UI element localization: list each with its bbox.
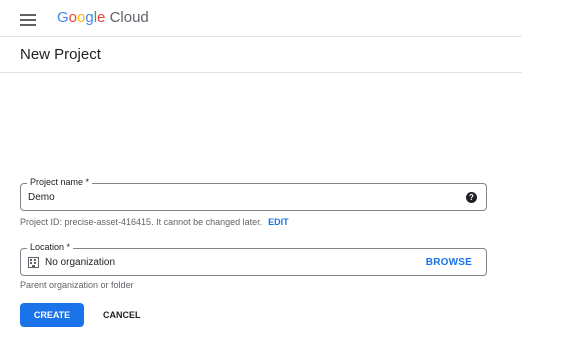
browse-button[interactable]: BROWSE	[426, 257, 472, 269]
help-icon[interactable]: ?	[466, 192, 477, 203]
logo-cloud-text: Cloud	[109, 9, 149, 26]
create-button[interactable]: CREATE	[20, 303, 84, 327]
project-name-label: Project name *	[27, 177, 93, 188]
location-value: No organization	[45, 257, 116, 268]
main-menu-icon[interactable]	[20, 14, 36, 26]
page-title: New Project	[20, 46, 101, 63]
project-name-input[interactable]: Demo	[28, 192, 55, 204]
edit-project-id-link[interactable]: EDIT	[268, 217, 289, 227]
project-id-text: Project ID: precise-asset-416415. It can…	[20, 217, 263, 227]
top-app-bar: Google Cloud	[0, 0, 522, 37]
location-label: Location *	[27, 242, 74, 253]
organization-icon	[28, 257, 39, 268]
location-hint: Parent organization or folder	[20, 280, 134, 290]
google-cloud-logo[interactable]: Google Cloud	[57, 9, 149, 27]
cancel-button[interactable]: CANCEL	[103, 303, 141, 327]
project-id-hint: Project ID: precise-asset-416415. It can…	[20, 217, 289, 228]
project-name-field[interactable]: Project name * Demo ?	[20, 177, 487, 211]
location-field[interactable]: Location * No organization BROWSE	[20, 242, 487, 276]
logo-google-wordmark: Google	[57, 9, 106, 26]
page-header: New Project	[0, 37, 522, 73]
